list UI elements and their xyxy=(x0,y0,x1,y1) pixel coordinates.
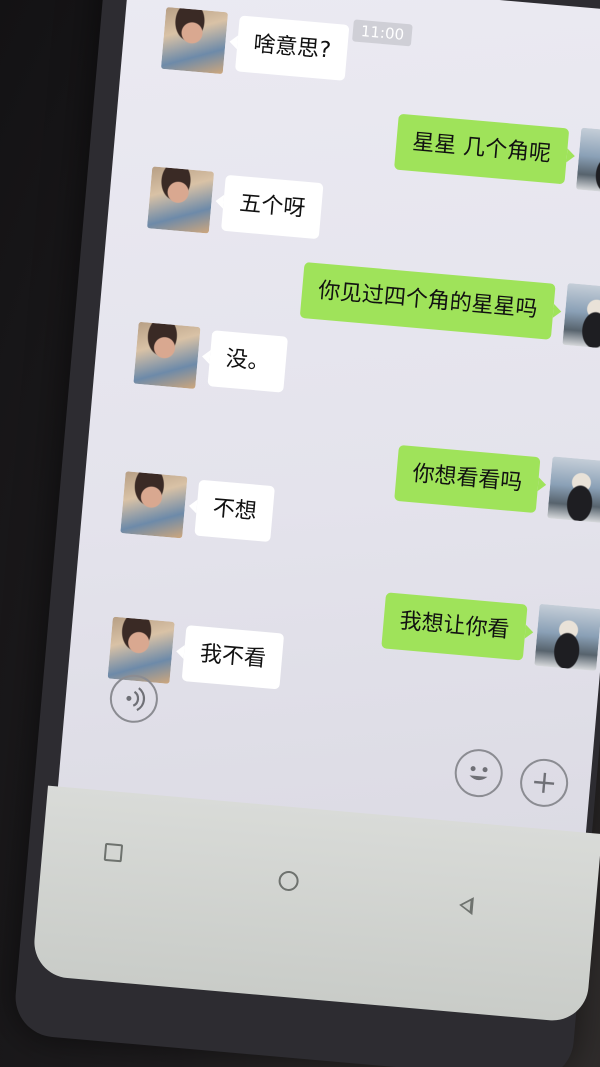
outgoing-bubble[interactable]: 你见过四个角的星星吗 xyxy=(299,262,556,340)
photo-scene: 11:00 啥意思? 星星 几个角呢 五个呀 你见过四个角的星星吗 没。 你想看… xyxy=(0,0,600,1067)
contact-avatar[interactable] xyxy=(146,166,215,234)
plus-icon[interactable] xyxy=(518,756,571,809)
outgoing-bubble[interactable]: 星星 几个角呢 xyxy=(394,113,570,185)
chat-screen[interactable]: 11:00 啥意思? 星星 几个角呢 五个呀 你见过四个角的星星吗 没。 你想看… xyxy=(57,0,600,839)
incoming-bubble[interactable]: 没。 xyxy=(207,330,289,393)
voice-icon[interactable] xyxy=(107,672,160,725)
home-icon[interactable] xyxy=(277,870,300,892)
recent-apps-icon[interactable] xyxy=(103,842,124,863)
self-avatar[interactable] xyxy=(562,283,600,351)
contact-avatar[interactable] xyxy=(133,321,201,389)
incoming-bubble[interactable]: 不想 xyxy=(194,479,275,543)
incoming-bubble[interactable]: 五个呀 xyxy=(221,174,324,240)
incoming-bubble[interactable]: 啥意思? xyxy=(234,15,350,81)
contact-avatar[interactable] xyxy=(120,471,188,539)
back-icon[interactable] xyxy=(458,895,474,916)
plus-glyph xyxy=(534,772,555,793)
emoji-glyph xyxy=(469,766,488,781)
self-avatar[interactable] xyxy=(575,127,600,195)
contact-avatar[interactable] xyxy=(160,6,229,75)
voice-glyph xyxy=(126,687,146,712)
phone-device: 11:00 啥意思? 星星 几个角呢 五个呀 你见过四个角的星星吗 没。 你想看… xyxy=(12,0,600,1067)
emoji-icon[interactable] xyxy=(452,747,505,800)
